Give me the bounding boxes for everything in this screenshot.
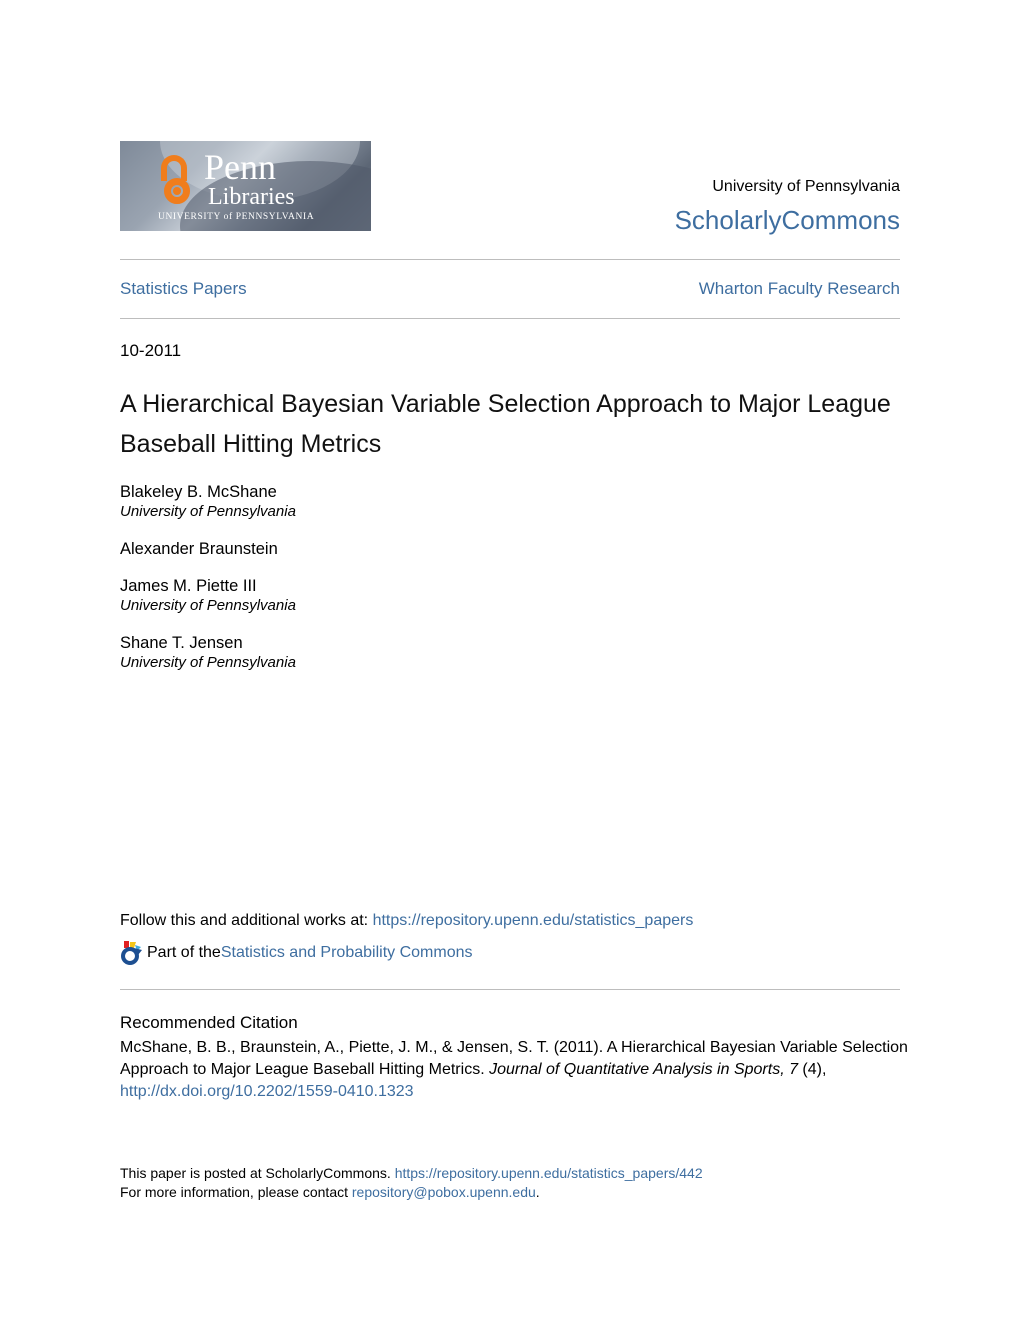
paper-url-link[interactable]: https://repository.upenn.edu/statistics_… [395, 1165, 703, 1181]
author: Blakeley B. McShane University of Pennsy… [120, 482, 296, 522]
divider [120, 989, 900, 990]
follow-line: Follow this and additional works at: htt… [120, 912, 693, 930]
author: Shane T. Jensen University of Pennsylvan… [120, 633, 296, 673]
citation-text: McShane, B. B., Braunstein, A., Piette, … [120, 1037, 910, 1103]
author-name: Blakeley B. McShane [120, 483, 277, 501]
footer-info: This paper is posted at ScholarlyCommons… [120, 1164, 703, 1202]
citation-journal: Journal of Quantitative Analysis in Spor… [489, 1061, 798, 1078]
contact-end: . [535, 1184, 540, 1200]
divider [120, 318, 900, 319]
citation-issue: (4), [797, 1061, 827, 1078]
author-affiliation: University of Pennsylvania [120, 503, 296, 520]
recommended-citation-heading: Recommended Citation [120, 1013, 298, 1032]
part-of-line: Part of the Statistics and Probability C… [120, 941, 472, 965]
author: James M. Piette III University of Pennsy… [120, 576, 296, 616]
logo-university-text: UNIVERSITY of PENNSYLVANIA [158, 212, 315, 222]
contact-line: For more information, please contact rep… [120, 1183, 703, 1202]
follow-label: Follow this and additional works at: [120, 912, 373, 929]
open-access-lock-icon-arc [161, 155, 187, 181]
logo-penn-text: Penn [204, 147, 276, 187]
publication-date: 10-2011 [120, 341, 182, 360]
wharton-faculty-research-link[interactable]: Wharton Faculty Research [699, 279, 900, 299]
logo-libraries-text: Libraries [208, 184, 295, 210]
author-affiliation: University of Pennsylvania [120, 597, 296, 614]
contact-email-link[interactable]: repository@pobox.upenn.edu [352, 1184, 536, 1200]
author-affiliation: University of Pennsylvania [120, 654, 296, 671]
posted-label: This paper is posted at ScholarlyCommons… [120, 1165, 395, 1181]
author-name: Alexander Braunstein [120, 540, 278, 558]
scholarlycommons-link[interactable]: ScholarlyCommons [675, 205, 900, 236]
contact-label: For more information, please contact [120, 1184, 352, 1200]
author-name: Shane T. Jensen [120, 634, 243, 652]
statistics-papers-url-link[interactable]: https://repository.upenn.edu/statistics_… [373, 912, 694, 929]
author-name: James M. Piette III [120, 577, 257, 595]
author: Alexander Braunstein [120, 539, 296, 559]
penn-libraries-logo[interactable]: Penn Libraries UNIVERSITY of PENNSYLVANI… [120, 141, 371, 231]
author-list: Blakeley B. McShane University of Pennsy… [120, 482, 296, 690]
university-name: University of Pennsylvania [712, 178, 900, 195]
part-of-label: Part of the [147, 944, 221, 961]
open-access-lock-icon-dot [173, 187, 181, 195]
divider [120, 259, 900, 260]
paper-title: A Hierarchical Bayesian Variable Selecti… [120, 390, 891, 458]
statistics-papers-link[interactable]: Statistics Papers [120, 279, 247, 299]
posted-line: This paper is posted at ScholarlyCommons… [120, 1164, 703, 1183]
statistics-probability-commons-link[interactable]: Statistics and Probability Commons [221, 944, 473, 962]
doi-link[interactable]: http://dx.doi.org/10.2202/1559-0410.1323 [120, 1083, 414, 1100]
bepress-commons-icon [120, 941, 144, 965]
